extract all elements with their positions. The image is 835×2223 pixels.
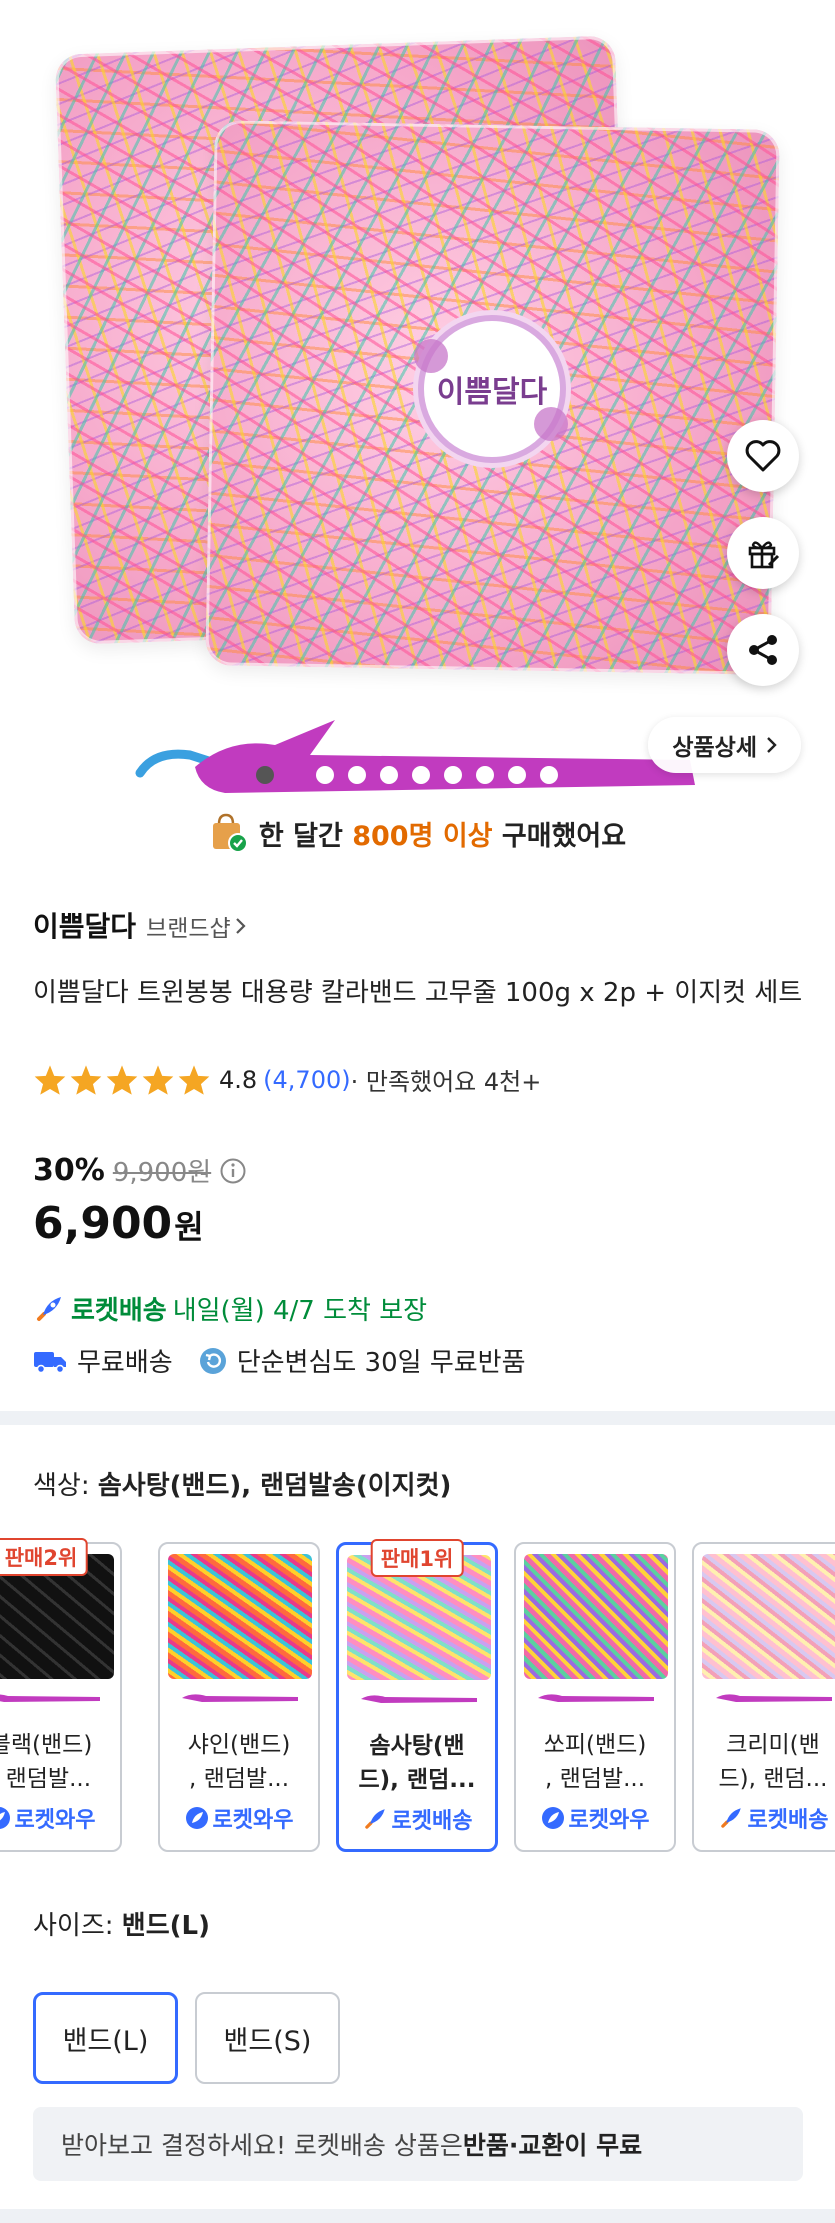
section-divider: [0, 2209, 835, 2223]
share-icon: [749, 635, 777, 665]
purchase-count-highlight: 800명 이상: [352, 820, 493, 852]
purchase-count-banner: 한 달간 800명 이상 구매했어요: [0, 812, 835, 854]
purchase-count-suffix: 구매했어요: [492, 820, 627, 852]
gift-icon: [748, 541, 780, 569]
swatch-cutter-image: [0, 1694, 100, 1702]
swatch-badge-label: 로켓배송: [391, 1809, 473, 1834]
product-detail-button[interactable]: 상품상세: [648, 717, 801, 773]
rocket-wow-icon: [541, 1807, 564, 1829]
brand-shop-link[interactable]: 브랜드샵: [146, 909, 247, 943]
size-option-small[interactable]: 밴드(S): [195, 1992, 340, 2084]
swatch-cutter-image: [361, 1695, 477, 1703]
swatch-image: [524, 1554, 668, 1679]
rating-row[interactable]: 4.8 (4,700) · 만족했어요 4천+: [33, 1062, 541, 1097]
star-rating: [33, 1064, 211, 1096]
swatch-name: 솜사탕(밴 드), 랜덤...: [358, 1733, 476, 1793]
rocket-wow-badge: 로켓와우: [160, 1802, 318, 1834]
truck-icon: [34, 1351, 66, 1373]
size-option-large[interactable]: 밴드(L): [33, 1992, 178, 2084]
chevron-right-icon: [767, 737, 777, 753]
size-option-label: 사이즈: 밴드(L): [33, 1905, 210, 1942]
rocket-icon: [364, 1809, 385, 1829]
notice-bold-text: 반품·교환이 무료: [462, 2131, 643, 2160]
free-return-text: 단순변심도 30일 무료반품: [236, 1348, 526, 1378]
rocket-delivery-eta: 내일(월) 4/7 도착 보장: [172, 1296, 428, 1326]
brand-sticker-logo: 이쁨달다: [436, 375, 548, 410]
swatch-image: [168, 1554, 312, 1679]
size-option-prefix: 사이즈:: [33, 1911, 122, 1941]
swatch-image: [702, 1554, 835, 1679]
swatch-badge-label: 로켓와우: [568, 1808, 650, 1833]
swatch-cutter-image: [538, 1694, 654, 1702]
size-option-value: 밴드(L): [121, 1911, 210, 1941]
shipping-row: 무료배송 단순변심도 30일 무료반품: [33, 1342, 526, 1379]
color-swatch-soppy[interactable]: 쏘피(밴드) , 랜덤발... 로켓와우: [514, 1542, 676, 1852]
swatch-name: 샤인(밴드) , 랜덤발...: [187, 1732, 291, 1792]
rocket-icon: [720, 1808, 741, 1828]
color-option-prefix: 색상:: [33, 1471, 98, 1501]
rocket-delivery-row: 로켓배송 내일(월) 4/7 도착 보장: [33, 1290, 427, 1327]
sales-rank-badge: 판매1위: [370, 1539, 464, 1577]
rocket-delivery-badge: 로켓배송: [694, 1802, 835, 1834]
original-price: 9,900원: [112, 1158, 212, 1188]
brand-sticker: 이쁨달다: [414, 315, 568, 463]
product-detail-label: 상품상세: [672, 735, 757, 761]
star-icon: [178, 1064, 210, 1095]
rocket-delivery-badge: 로켓배송: [339, 1803, 495, 1835]
discount-row: 30% 9,900원: [33, 1152, 247, 1189]
swatch-name: 크리미(밴 드), 랜덤...: [718, 1732, 828, 1792]
chevron-right-icon: [235, 918, 246, 934]
swatch-name: 쏘피(밴드) , 랜덤발...: [543, 1732, 647, 1792]
heart-icon: [745, 440, 781, 472]
product-image-gallery[interactable]: 이쁨달다 상품상세 한 달간 800명 이상 구매했어요: [0, 0, 835, 870]
swatch-badge-label: 로켓배송: [747, 1808, 829, 1833]
gift-button[interactable]: [727, 517, 799, 589]
discount-rate: 30%: [33, 1153, 105, 1188]
color-swatch-black[interactable]: 블랙(밴드) , 랜덤발... 로켓와우 판매2위: [0, 1538, 122, 1852]
info-icon[interactable]: [219, 1157, 247, 1185]
satisfaction-count: · 만족했어요 4천+: [350, 1068, 542, 1096]
sale-price-value: 6,900: [33, 1198, 173, 1249]
purchase-count-prefix: 한 달간: [258, 820, 353, 852]
swatch-name: 블랙(밴드) , 랜덤발...: [0, 1732, 93, 1792]
star-icon: [34, 1064, 66, 1095]
color-option-label: 색상: 솜사탕(밴드), 랜덤발송(이지컷): [33, 1465, 451, 1502]
color-swatch-creamy[interactable]: 크리미(밴 드), 랜덤... 로켓배송: [692, 1542, 835, 1852]
rocket-wow-badge: 로켓와우: [516, 1802, 674, 1834]
star-icon: [106, 1064, 138, 1095]
color-swatch-list[interactable]: 블랙(밴드) , 랜덤발... 로켓와우 판매2위 샤인(밴드) , 랜덤발..…: [0, 1522, 835, 1852]
star-icon: [142, 1064, 174, 1095]
notice-text: 받아보고 결정하세요! 로켓배송 상품은: [61, 2131, 463, 2160]
shopping-bag-check-icon: [209, 812, 249, 854]
wishlist-heart-button[interactable]: [727, 420, 799, 492]
product-title: 이쁨달다 트윈봉봉 대용량 칼라밴드 고무줄 100g x 2p + 이지컷 세…: [33, 978, 803, 1008]
free-return-notice: 받아보고 결정하세요! 로켓배송 상품은 반품·교환이 무료: [33, 2107, 803, 2181]
section-divider: [0, 1411, 835, 1425]
brand-row: 이쁨달다 브랜드샵: [33, 905, 247, 945]
rocket-icon: [37, 1296, 61, 1321]
color-option-value: 솜사탕(밴드), 랜덤발송(이지컷): [97, 1471, 452, 1501]
swatch-badge-label: 로켓와우: [14, 1808, 96, 1833]
review-count[interactable]: (4,700): [263, 1066, 350, 1094]
sale-price-unit: 원: [174, 1208, 204, 1246]
free-shipping-text: 무료배송: [77, 1348, 173, 1378]
sale-price: 6,900 원: [33, 1198, 204, 1249]
color-swatch-cotton-candy[interactable]: 솜사탕(밴 드), 랜덤... 로켓배송 판매1위: [336, 1539, 498, 1852]
star-icon: [70, 1064, 102, 1095]
brand-name[interactable]: 이쁨달다: [33, 905, 136, 945]
color-swatch-shine[interactable]: 샤인(밴드) , 랜덤발... 로켓와우: [158, 1542, 320, 1852]
rocket-wow-badge: 로켓와우: [0, 1802, 120, 1834]
brand-shop-label: 브랜드샵: [146, 916, 231, 942]
rocket-wow-icon: [0, 1807, 10, 1829]
sales-rank-badge: 판매2위: [0, 1538, 88, 1576]
swatch-cutter-image: [182, 1694, 298, 1702]
rocket-wow-icon: [185, 1807, 208, 1829]
easy-cut-tool-image: [135, 715, 705, 805]
rocket-delivery-label: 로켓배송: [71, 1296, 167, 1326]
rating-value: 4.8: [219, 1065, 258, 1094]
swatch-cutter-image: [716, 1694, 832, 1702]
return-icon: [199, 1347, 226, 1374]
swatch-badge-label: 로켓와우: [212, 1808, 294, 1833]
share-button[interactable]: [727, 614, 799, 686]
